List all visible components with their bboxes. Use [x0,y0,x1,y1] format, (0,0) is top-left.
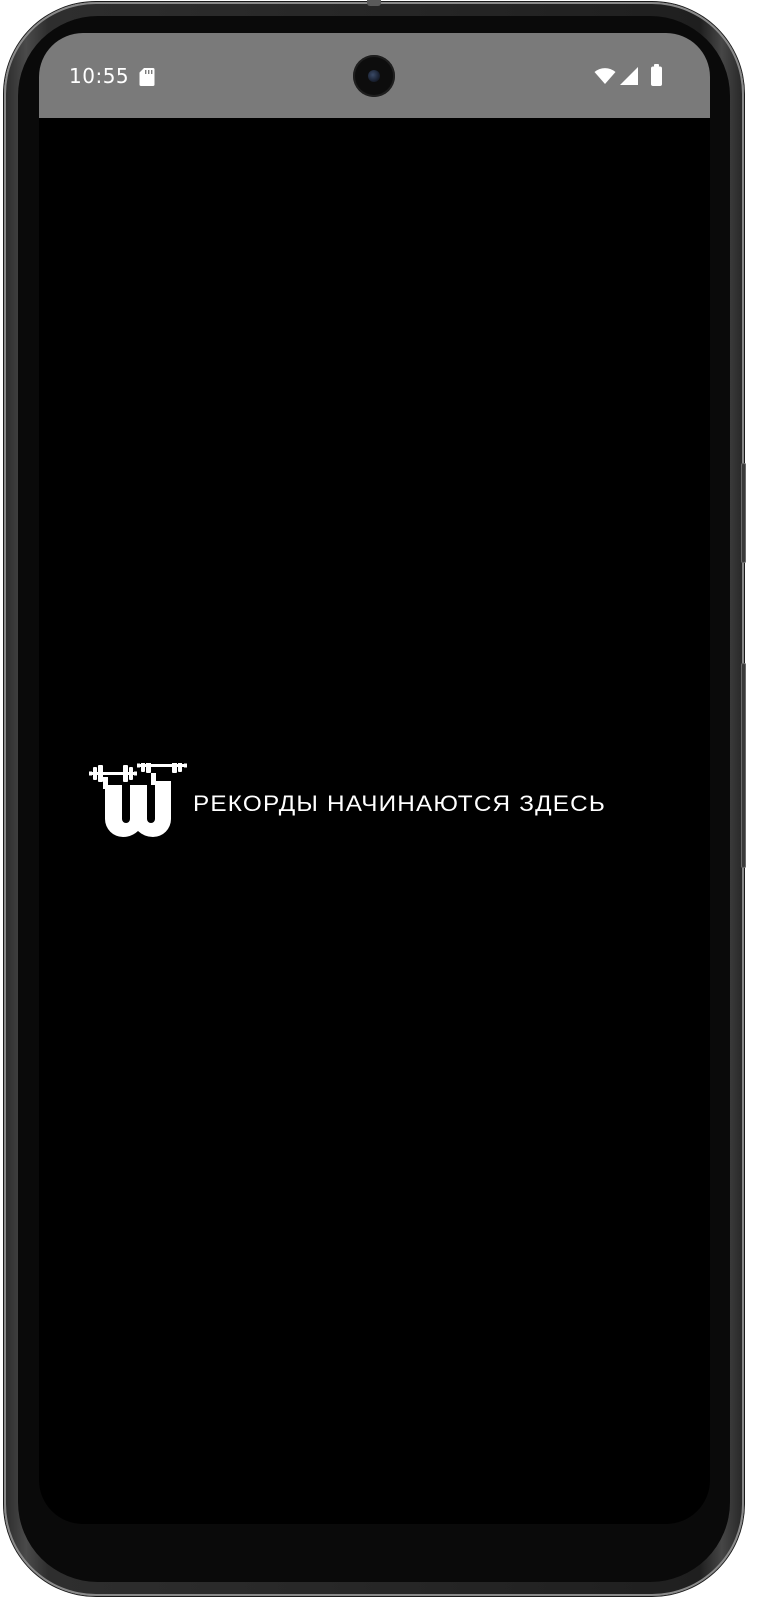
splash-content: РЕКОРДЫ НАЧИНАЮТСЯ ЗДЕСЬ [89,763,605,838]
battery-icon [651,64,662,86]
dumbbell-w-logo [89,763,187,837]
cellular-signal-icon [620,67,638,85]
screen: 10:55 РЕКОРДЫ НАЧИНАЮТСЯ ЗДЕСЬ [39,33,710,1524]
power-button [741,663,746,868]
splash-tagline: РЕКОРДЫ НАЧИНАЮТСЯ ЗДЕСЬ [193,790,607,816]
wifi-icon [594,68,616,84]
sd-card-icon [139,68,155,86]
status-bar: 10:55 [39,33,710,118]
volume-button [741,463,746,563]
front-camera-icon [353,55,395,97]
status-time: 10:55 [69,64,130,88]
phone-top-edge [367,0,381,6]
